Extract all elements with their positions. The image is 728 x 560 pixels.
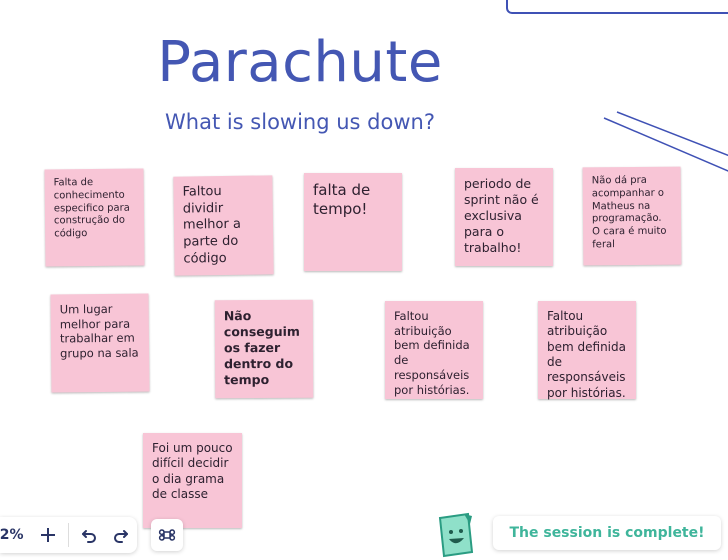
sticky-note[interactable]: Faltou atribuição bem definida de respon… [538,301,636,400]
mascot-icon [438,512,474,558]
sticky-note[interactable]: Não conseguimos fazer dentro do tempo [214,299,314,399]
redo-button[interactable] [105,519,137,551]
sticky-note[interactable]: Falta de conhecimento especifico para co… [44,168,145,267]
command-icon [158,529,176,541]
board-subtitle: What is slowing us down? [165,110,435,134]
zoom-level[interactable]: 32% [0,527,32,543]
sticky-note[interactable]: Foi um pouco difícil decidir o dia grama… [143,433,242,528]
shortcuts-button[interactable] [151,519,183,551]
board-canvas[interactable]: Parachute What is slowing us down? Falta… [0,0,728,560]
note-text: Foi um pouco difícil decidir o dia grama… [152,441,233,502]
sticky-note[interactable]: Faltou atribuição bem definida de respon… [385,301,483,399]
sticky-note[interactable]: Faltou dividir melhor a parte do código [173,175,274,276]
note-text: Não conseguimos fazer dentro do tempo [223,308,300,388]
session-status-banner: The session is complete! [493,516,721,550]
redo-icon [113,530,128,543]
undo-button[interactable] [73,519,105,551]
session-status-text: The session is complete! [509,525,705,541]
note-text: Não dá pra acompanhar o Matheus na progr… [591,174,667,251]
undo-icon [81,530,96,543]
note-text: periodo de sprint não é exclusiva para o… [464,176,539,255]
sticky-note[interactable]: Um lugar melhor para trabalhar em grupo … [50,293,150,393]
note-text: Faltou atribuição bem definida de respon… [547,309,626,400]
toolbar-divider [67,523,69,547]
note-text: Um lugar melhor para trabalhar em grupo … [59,301,139,361]
plus-icon [40,528,55,542]
sticky-note[interactable]: falta de tempo! [304,173,402,271]
note-text: falta de tempo! [313,181,371,219]
note-text: Faltou dividir melhor a parte do código [182,184,242,267]
sticky-note[interactable]: Não dá pra acompanhar o Matheus na progr… [582,166,682,266]
sticky-note[interactable]: periodo de sprint não é exclusiva para o… [455,168,553,266]
note-text: Falta de conhecimento especifico para co… [53,177,130,240]
board-title: Parachute [157,30,443,95]
zoom-in-button[interactable] [32,519,64,551]
note-text: Faltou atribuição bem definida de respon… [394,309,470,397]
zoom-toolbar: 32% [0,517,137,553]
